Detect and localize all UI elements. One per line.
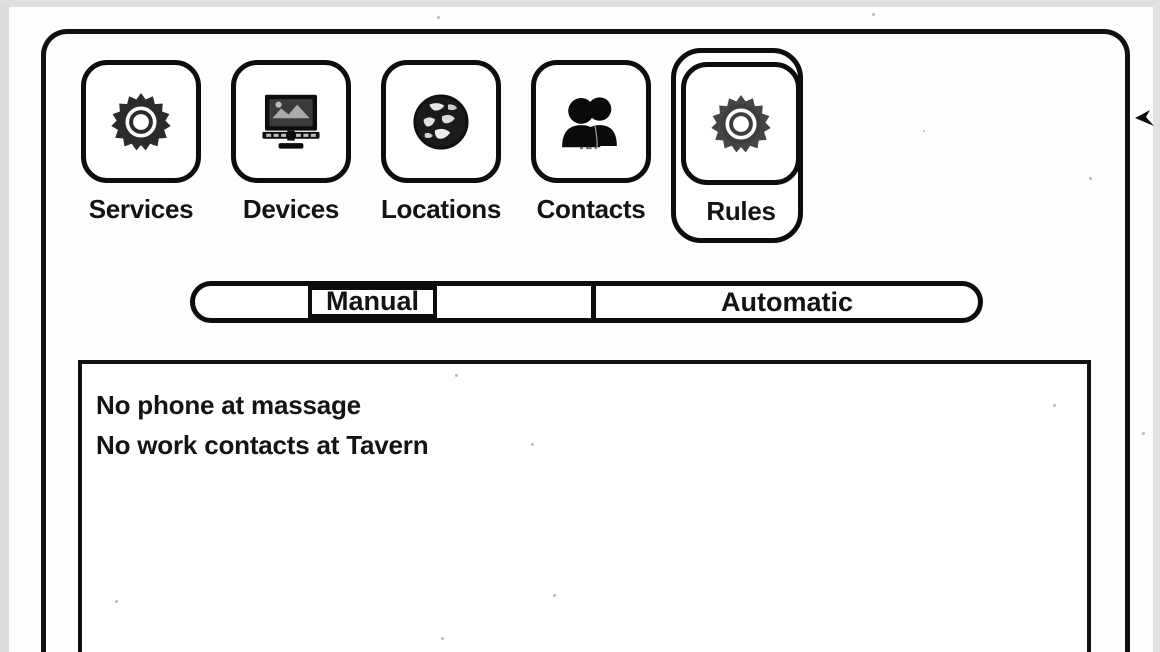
locations-icon-box [381,60,501,183]
toolbar-item-contacts[interactable]: Contacts [528,52,654,247]
segment-manual[interactable]: Manual [195,286,591,318]
arrow-pointer-icon [1134,108,1156,130]
list-item[interactable]: No phone at massage [96,386,1087,426]
toolbar-item-label: Locations [380,194,502,224]
toolbar-item-label: Devices [242,194,340,224]
contacts-icon-box [531,60,651,183]
gear-icon [711,94,771,152]
toolbar-item-label: Services [88,194,194,224]
scan-speck [872,13,875,16]
devices-icon-box [231,60,351,183]
globe-icon [413,93,469,150]
rules-list-box: No phone at massage No work contacts at … [78,360,1091,652]
toolbar: Services Devices Locations Contacts Rule… [78,48,818,252]
segment-automatic[interactable]: Automatic [591,286,978,318]
gear-icon [111,92,171,150]
segment-automatic-label: Automatic [720,286,853,317]
people-icon [562,96,617,149]
scan-speck [437,16,440,19]
segment-manual-selection: Manual [308,285,438,318]
monitor-icon [262,94,320,149]
toolbar-item-rules[interactable]: Rules [671,48,804,247]
toolbar-item-devices[interactable]: Devices [228,52,354,247]
toolbar-item-label: Contacts [536,194,646,224]
toolbar-item-label: Rules [706,196,776,226]
services-icon-box [81,60,201,183]
scan-speck [1142,432,1145,435]
toolbar-item-services[interactable]: Services [78,52,204,247]
rules-icon-box [681,62,801,185]
list-item[interactable]: No work contacts at Tavern [96,426,1087,466]
app-screenshot: Services Devices Locations Contacts Rule… [0,0,1160,652]
mode-segmented-control: Manual Automatic [190,281,983,323]
toolbar-item-locations[interactable]: Locations [378,52,504,247]
segment-manual-label: Manual [326,285,420,316]
